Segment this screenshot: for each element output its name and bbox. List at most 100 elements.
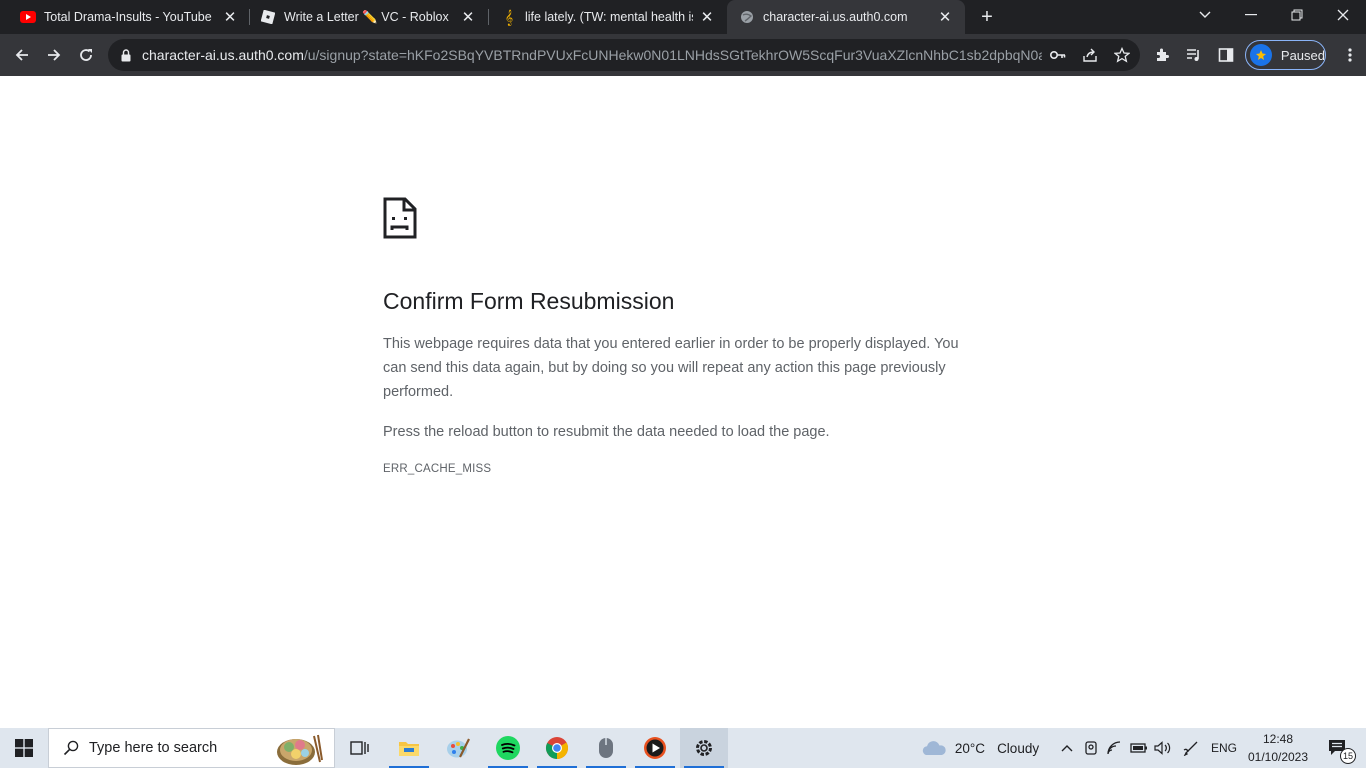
- task-view-icon: [350, 741, 369, 755]
- tab-roblox[interactable]: Write a Letter ✏️ VC - Roblox ✕: [250, 0, 488, 34]
- windows-icon: [15, 739, 33, 757]
- volume-button[interactable]: [1152, 728, 1174, 768]
- tab-character-ai[interactable]: character-ai.us.auth0.com ✕: [727, 0, 965, 34]
- clock-time: 12:48: [1262, 732, 1294, 746]
- error-code: ERR_CACHE_MISS: [383, 463, 492, 475]
- bookmark-star-icon[interactable]: [1112, 45, 1132, 65]
- restore-icon: [1291, 9, 1303, 21]
- file-explorer-button[interactable]: [385, 728, 433, 768]
- side-panel-icon: [1218, 48, 1234, 62]
- paint-icon: [447, 738, 470, 758]
- page-title: Confirm Form Resubmission: [383, 288, 675, 314]
- close-icon[interactable]: ✕: [460, 9, 476, 26]
- chevron-down-icon: [1199, 11, 1211, 18]
- spotify-button[interactable]: [484, 728, 532, 768]
- back-button[interactable]: [8, 41, 36, 69]
- tab-title: Write a Letter ✏️ VC - Roblox: [284, 9, 449, 24]
- minimize-button[interactable]: [1228, 0, 1274, 30]
- error-page: Confirm Form Resubmission This webpage r…: [0, 76, 1366, 728]
- search-highlight-icon: [277, 734, 323, 765]
- close-window-button[interactable]: [1320, 0, 1366, 30]
- close-icon[interactable]: ✕: [222, 9, 238, 26]
- profile-status: Paused: [1280, 47, 1325, 63]
- arrow-left-icon: [15, 49, 28, 61]
- mouse-app-button[interactable]: [582, 728, 630, 768]
- url-path: /u/signup?state=hKFo2SBqYVBTRndPVUxFcUNH…: [303, 47, 1042, 63]
- media-controls-button[interactable]: [1180, 41, 1208, 69]
- search-placeholder: Type here to search: [89, 740, 218, 756]
- wifi-icon: [1107, 741, 1121, 755]
- volume-icon: [1154, 741, 1171, 755]
- minimize-icon: [1245, 14, 1257, 16]
- close-icon: [1337, 9, 1349, 21]
- arrow-right-icon: [48, 49, 61, 61]
- reload-button[interactable]: [72, 41, 100, 69]
- file-explorer-icon: [399, 742, 419, 756]
- tab-title: life lately. (TW: mental health iss: [525, 10, 693, 24]
- key-icon[interactable]: [1048, 45, 1068, 65]
- share-icon[interactable]: [1080, 45, 1100, 65]
- browser-toolbar: character-ai.us.auth0.com/u/signup?state…: [0, 34, 1366, 76]
- language-indicator[interactable]: ENG: [1206, 728, 1242, 768]
- extensions-button[interactable]: [1148, 41, 1176, 69]
- profile-button[interactable]: Paused: [1245, 40, 1326, 70]
- paint-button[interactable]: [434, 728, 482, 768]
- task-view-button[interactable]: [336, 728, 384, 768]
- search-icon: [61, 738, 81, 758]
- error-instruction: Press the reload button to resubmit the …: [383, 424, 830, 440]
- windows-taskbar: Type here to search 20°C Cloudy ENG 12:4…: [0, 728, 1366, 768]
- close-icon[interactable]: ✕: [937, 9, 953, 26]
- weather-widget[interactable]: 20°C Cloudy: [920, 728, 1040, 768]
- music-note-icon: 𝄞: [504, 8, 514, 25]
- address-bar[interactable]: character-ai.us.auth0.com/u/signup?state…: [108, 39, 1140, 71]
- show-hidden-icons-button[interactable]: [1056, 728, 1078, 768]
- url-host: character-ai.us.auth0.com: [142, 47, 304, 63]
- menu-button[interactable]: [1336, 41, 1364, 69]
- settings-button[interactable]: [680, 728, 728, 768]
- mouse-app-icon: [599, 738, 613, 758]
- queue-music-icon: [1187, 49, 1199, 61]
- tab-search-button[interactable]: [1182, 0, 1228, 30]
- tab-title: Total Drama-Insults - YouTube: [44, 10, 212, 24]
- side-panel-button[interactable]: [1212, 41, 1240, 69]
- roblox-icon: [260, 9, 276, 25]
- url-text[interactable]: character-ai.us.auth0.com/u/signup?state…: [142, 47, 1042, 63]
- tab-youtube[interactable]: Total Drama-Insults - YouTube ✕: [0, 0, 250, 34]
- error-description: This webpage requires data that you ente…: [383, 336, 959, 400]
- cloud-icon: [922, 741, 946, 755]
- lock-icon[interactable]: [118, 47, 134, 63]
- media-player-button[interactable]: [631, 728, 679, 768]
- media-player-icon: [644, 737, 666, 759]
- chrome-icon: [546, 737, 568, 759]
- settings-icon: [696, 740, 712, 756]
- tab-title: character-ai.us.auth0.com: [763, 10, 908, 24]
- puzzle-icon: [1157, 48, 1169, 61]
- battery-button[interactable]: [1128, 728, 1150, 768]
- sad-document-icon: [383, 197, 417, 239]
- new-tab-button[interactable]: +: [976, 6, 998, 28]
- start-button[interactable]: [0, 728, 48, 768]
- globe-icon: [739, 9, 755, 25]
- notifications-button[interactable]: 15: [1318, 728, 1358, 768]
- clock-date: 01/10/2023: [1247, 750, 1309, 764]
- chrome-button[interactable]: [533, 728, 581, 768]
- close-icon[interactable]: ✕: [699, 9, 715, 26]
- network-button[interactable]: [1104, 728, 1126, 768]
- spotify-icon: [496, 736, 520, 760]
- more-vert-icon: [1348, 48, 1352, 62]
- chevron-up-icon: [1061, 745, 1073, 752]
- taskbar-search[interactable]: Type here to search: [48, 728, 335, 768]
- forward-button[interactable]: [40, 41, 68, 69]
- restore-button[interactable]: [1274, 0, 1320, 30]
- tab-life-lately[interactable]: 𝄞 life lately. (TW: mental health iss ✕: [489, 0, 727, 34]
- tab-strip: Total Drama-Insults - YouTube ✕ Write a …: [0, 0, 1366, 34]
- notification-count: 15: [1340, 748, 1356, 764]
- camera-icon: [1085, 741, 1097, 755]
- avatar: [1250, 44, 1272, 66]
- clock[interactable]: 12:48 01/10/2023: [1240, 730, 1316, 766]
- weather-condition: Cloudy: [997, 740, 1040, 756]
- meet-now-button[interactable]: [1080, 728, 1102, 768]
- pen-icon: [1183, 741, 1198, 756]
- pen-menu-button[interactable]: [1180, 728, 1202, 768]
- weather-temp: 20°C: [954, 740, 986, 756]
